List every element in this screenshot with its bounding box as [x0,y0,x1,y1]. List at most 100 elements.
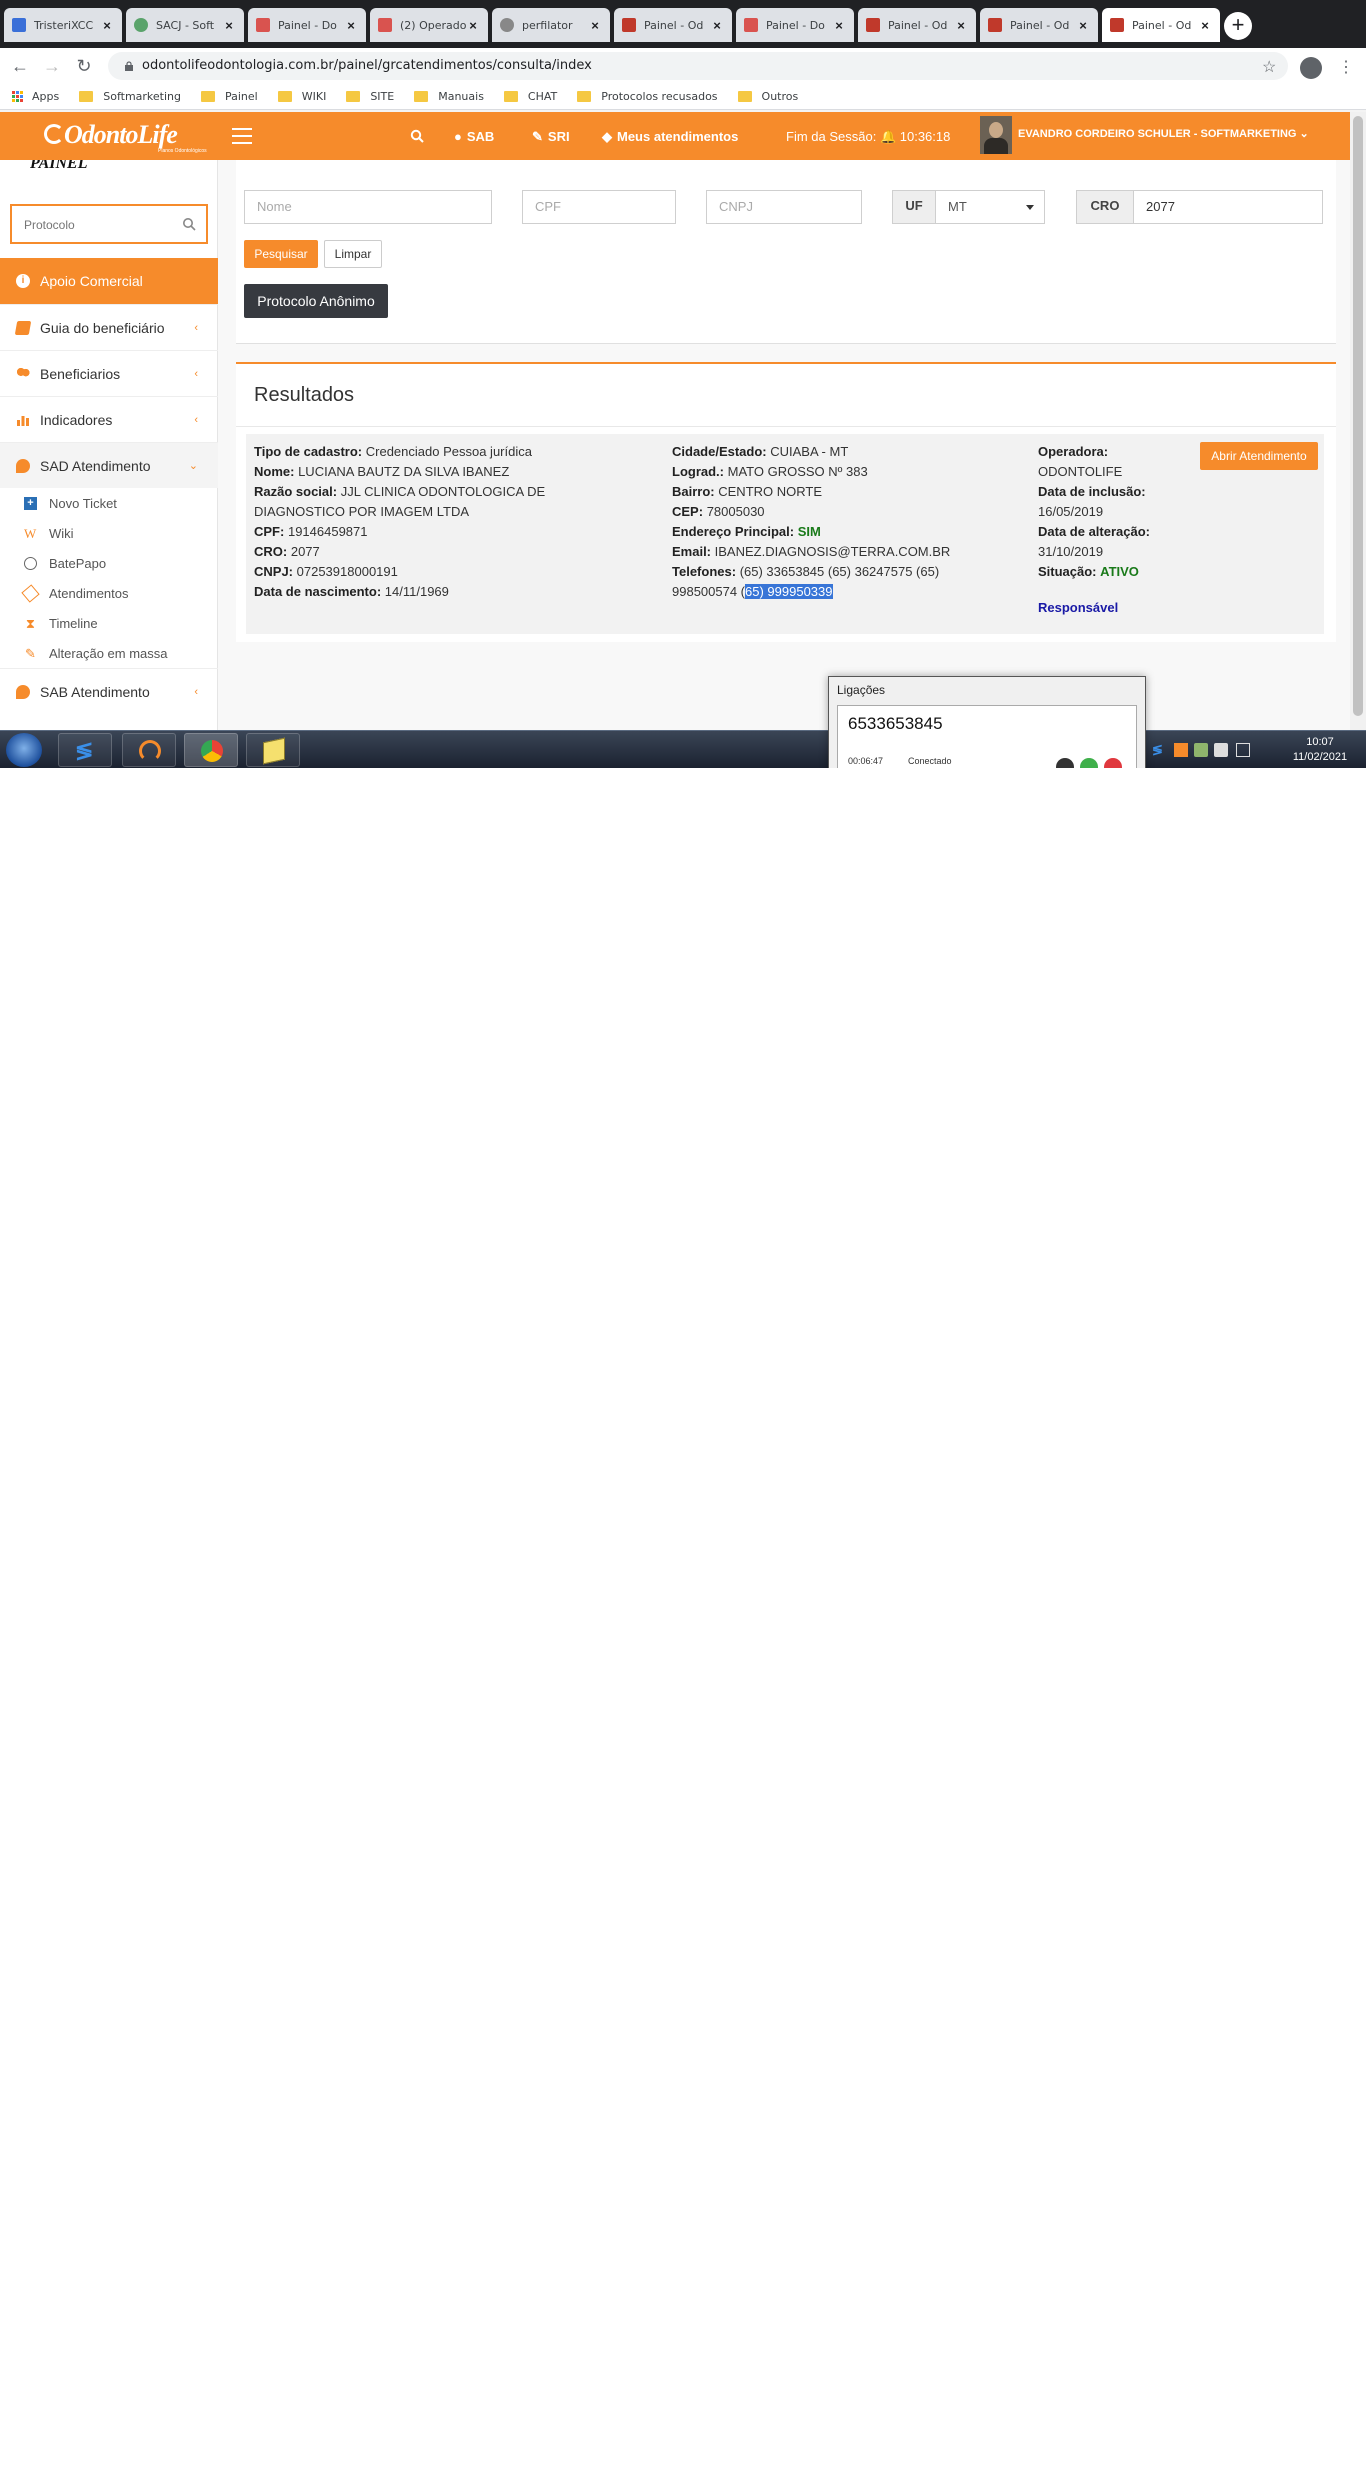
taskbar-app-tristerix[interactable]: ≶ [58,733,112,767]
sidebar-subitem-timeline[interactable]: ⧗ Timeline [24,608,214,638]
taskbar-app-headset[interactable] [122,733,176,767]
nav-sab[interactable]: ● SAB [454,129,494,144]
nav-sri[interactable]: ✎ SRI [532,129,570,145]
address-bar[interactable]: odontolifeodontologia.com.br/painel/grca… [108,52,1288,80]
main-content: Nome CPF CNPJ UF MT CRO 2077 Pesquisar L… [218,160,1350,730]
close-tab-icon[interactable]: × [954,18,968,33]
sidebar-item-sad-atendimento[interactable]: SAD Atendimento ⌄ [0,442,218,488]
selected-phone-text[interactable]: 65) 999950339 [745,584,833,599]
network-tray-icon[interactable] [1214,743,1228,757]
globe-icon [500,18,514,32]
sidebar-subitem-alteracao-massa[interactable]: ✎ Alteração em massa [24,638,214,668]
nav-meus-atendimentos[interactable]: ◆ Meus atendimentos [602,129,738,145]
close-tab-icon[interactable]: × [1198,18,1212,33]
bookmark-folder[interactable]: Protocolos recusados [577,90,718,103]
email-value[interactable]: IBANEZ.DIAGNOSIS@TERRA.COM.BR [715,544,951,559]
responsavel-link[interactable]: Responsável [1038,600,1118,615]
browser-tab[interactable]: TristeriXCC × [4,8,122,42]
browser-tab[interactable]: perfilator × [492,8,610,42]
close-tab-icon[interactable]: × [588,18,602,33]
display-tray-icon[interactable] [1236,743,1250,757]
browser-tab[interactable]: Painel - Od × [858,8,976,42]
sidebar-item-sab-atendimento[interactable]: SAB Atendimento ‹ [0,668,218,714]
cnpj-input[interactable]: CNPJ [706,190,862,224]
back-icon[interactable]: ← [8,54,32,78]
protocol-input[interactable] [24,216,184,234]
bookmark-folder[interactable]: CHAT [503,90,557,103]
sidebar-subitem-atendimentos[interactable]: Atendimentos [21,578,214,608]
cpf-input[interactable]: CPF [522,190,676,224]
taskbar-app-notes[interactable] [246,733,300,767]
clock-time[interactable]: 10:07 [1296,736,1344,748]
sidebar-item-apoio-comercial[interactable]: i Apoio Comercial [0,258,218,304]
hold-button[interactable] [1056,758,1074,768]
profile-icon[interactable] [1300,57,1322,79]
close-tab-icon[interactable]: × [222,18,236,33]
abrir-atendimento-button[interactable]: Abrir Atendimento [1200,442,1318,470]
device-tray-icon[interactable] [1194,743,1208,757]
situacao-value: ATIVO [1100,564,1139,579]
sidebar-item-beneficiarios[interactable]: Beneficiarios ‹ [0,350,218,396]
phone-number: 6533653845 [848,714,943,733]
bookmark-folder[interactable]: WIKI [277,90,326,103]
bookmark-folder[interactable]: SITE [346,90,394,103]
telefones-value-cont[interactable]: 998500574 ( [672,584,745,599]
close-tab-icon[interactable]: × [466,18,480,33]
bookmark-folder[interactable]: Manuais [414,90,484,103]
close-tab-icon[interactable]: × [710,18,724,33]
sidebar-subitem-wiki[interactable]: W Wiki [24,518,214,548]
users-icon [16,366,30,381]
page-scrollbar[interactable] [1350,112,1366,730]
bookmark-folder[interactable]: Outros [737,90,798,103]
taskbar-app-chrome[interactable] [184,733,238,767]
hamburger-menu-icon[interactable] [232,128,252,144]
menu-kebab-icon[interactable]: ⋮ [1338,57,1354,77]
telefones-value[interactable]: (65) 33653845 (65) 36247575 (65) [740,564,939,579]
windows-start-button[interactable] [6,733,42,767]
close-tab-icon[interactable]: × [1076,18,1090,33]
tristerix-tray-icon[interactable]: ≶ [1152,743,1166,757]
close-tab-icon[interactable]: × [100,18,114,33]
hangup-button[interactable] [1104,758,1122,768]
info-icon: i [16,274,30,288]
search-icon[interactable] [410,129,424,143]
browser-tab[interactable]: Painel - Od × [614,8,732,42]
browser-tab[interactable]: SACJ - Soft × [126,8,244,42]
new-tab-button[interactable]: + [1224,12,1252,40]
browser-tab[interactable]: (2) Operado × [370,8,488,42]
reload-icon[interactable]: ↻ [72,54,96,78]
limpar-button[interactable]: Limpar [324,240,382,268]
answer-button[interactable] [1080,758,1098,768]
uf-select[interactable]: MT [935,190,1045,224]
user-avatar[interactable] [980,116,1012,154]
tab-title: Painel - Od [1132,18,1192,32]
sidebar-subitem-novo-ticket[interactable]: + Novo Ticket [24,488,214,518]
sidebar-item-label: SAB Atendimento [40,683,150,700]
browser-tab[interactable]: Painel - Od × [980,8,1098,42]
browser-tab[interactable]: Painel - Do × [736,8,854,42]
close-tab-icon[interactable]: × [344,18,358,33]
browser-tab[interactable]: Painel - Do × [248,8,366,42]
forward-icon[interactable]: → [40,54,64,78]
close-tab-icon[interactable]: × [832,18,846,33]
user-menu[interactable]: EVANDRO CORDEIRO SCHULER - SOFTMARKETING… [1018,127,1309,140]
scrollbar-thumb[interactable] [1353,116,1363,716]
protocolo-anonimo-button[interactable]: Protocolo Anônimo [244,284,388,318]
clock-date[interactable]: 11/02/2021 [1280,751,1360,763]
zoiper-tray-icon[interactable] [1174,743,1188,757]
bookmark-apps[interactable]: Apps [12,90,59,103]
bookmark-folder[interactable]: Softmarketing [79,90,181,103]
odontolife-logo[interactable]: OdontoLife Planos Odontológicos [40,118,207,154]
bookmark-star-icon[interactable]: ☆ [1262,57,1276,77]
search-icon[interactable] [182,217,196,231]
browser-tab-active[interactable]: Painel - Od × [1102,8,1220,42]
field-label: Data de nascimento: [254,584,382,599]
sidebar-item-indicadores[interactable]: Indicadores ‹ [0,396,218,442]
pesquisar-button[interactable]: Pesquisar [244,240,318,268]
chevron-left-icon: ‹ [194,321,198,334]
sidebar-subitem-batepapo[interactable]: BatePapo [24,548,214,578]
bookmark-folder[interactable]: Painel [201,90,258,103]
nome-input[interactable]: Nome [244,190,492,224]
sidebar-item-guia-beneficiario[interactable]: Guia do beneficiário ‹ [0,304,218,350]
cro-input[interactable]: 2077 [1133,190,1323,224]
